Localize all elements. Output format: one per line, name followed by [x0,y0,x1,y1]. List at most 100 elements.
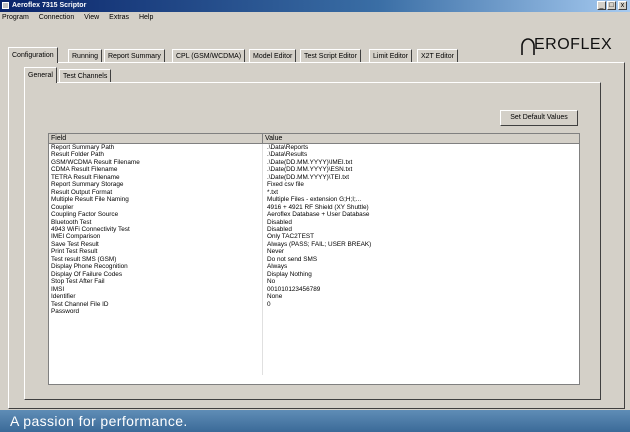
field-cell [49,337,263,346]
window-title: Aeroflex 7315 Scriptor [12,2,87,9]
table-row[interactable]: Coupler 4916 + 4921 RF Shield (XY Shuttle… [49,203,579,212]
tab-running[interactable]: Running [68,49,103,62]
table-row[interactable]: Report Summary Path .\Data\Reports [49,143,579,152]
table-row[interactable]: Print Test Result Never [49,248,579,256]
value-cell[interactable] [262,345,579,353]
field-cell: CDMA Result Filename [49,166,263,174]
table-row[interactable] [49,345,579,353]
field-cell: IMSI [49,285,263,294]
field-cell: Display Of Failure Codes [49,270,263,279]
value-cell[interactable]: Aeroflex Database + User Database [262,211,579,219]
value-cell[interactable] [262,360,579,368]
table-row[interactable] [49,360,579,368]
table-row[interactable] [49,352,579,361]
field-cell: Save Test Result [49,240,263,249]
table-row[interactable]: Display Of Failure Codes Display Nothing [49,270,579,279]
table-row[interactable]: Password [49,307,579,316]
value-cell[interactable] [262,337,579,346]
value-cell[interactable]: 0 [262,300,579,308]
tab-test-channels[interactable]: Test Channels [59,69,112,82]
table-row[interactable] [49,322,579,331]
value-cell[interactable]: *.txt [262,188,579,197]
field-cell [49,315,263,323]
value-cell[interactable] [262,315,579,323]
table-row[interactable] [49,367,579,375]
field-cell: GSM/WCDMA Result Filename [49,158,263,167]
table-row[interactable]: Test result SMS (GSM) Do not send SMS [49,255,579,264]
value-cell[interactable] [262,307,579,316]
tab-limit-editor[interactable]: Limit Editor [369,49,413,62]
table-row[interactable]: Stop Test After Fail No [49,278,579,286]
value-cell[interactable]: Always [262,263,579,271]
table-row[interactable]: GSM/WCDMA Result Filename .\Date(DD.MM.YY… [49,158,579,167]
table-row[interactable]: 4943 WiFi Connectivity Test Disabled [49,225,579,234]
tab-model-editor[interactable]: Model Editor [249,49,297,62]
menu-help[interactable]: Help [135,12,157,24]
column-header-value[interactable]: Value [262,134,579,144]
menu-bar: Program Connection View Extras Help [0,12,630,24]
value-cell[interactable] [262,367,579,375]
table-row[interactable]: Save Test Result Always (PASS; FAIL; USER… [49,240,579,249]
value-cell[interactable]: Display Nothing [262,270,579,279]
value-cell[interactable] [262,330,579,338]
tab-configuration[interactable]: Configuration [8,47,58,63]
value-cell[interactable]: .\Data\Results [262,151,579,159]
tab-report-summary[interactable]: Report Summary [104,49,165,62]
menu-connection[interactable]: Connection [35,12,78,24]
column-header-field[interactable]: Field [49,134,263,144]
logo-text: EROFLEX [534,36,613,53]
table-row[interactable]: Test Channel File ID 0 [49,300,579,308]
settings-grid[interactable]: Field Value Report Summary Path .\Data\Re… [48,133,580,385]
table-row[interactable]: TETRA Result Filename .\Date(DD.MM.YYYY)\… [49,173,579,182]
set-default-values-button[interactable]: Set Default Values [500,110,578,126]
field-cell: 4943 WiFi Connectivity Test [49,225,263,234]
value-cell[interactable]: 4916 + 4921 RF Shield (XY Shuttle) [262,203,579,212]
value-cell[interactable]: No [262,278,579,286]
field-cell: TETRA Result Filename [49,173,263,182]
value-cell[interactable]: None [262,293,579,301]
value-cell[interactable]: Always (PASS; FAIL; USER BREAK) [262,240,579,249]
tab-x2t-editor[interactable]: X2T Editor [417,49,458,62]
value-cell[interactable] [262,322,579,331]
settings-table: Field Value Report Summary Path .\Data\Re… [49,134,579,375]
table-row[interactable]: Multiple Result File Naming Multiple File… [49,196,579,204]
table-row[interactable]: IMSI 001010123456789 [49,285,579,294]
value-cell[interactable]: Do not send SMS [262,255,579,264]
value-cell[interactable]: Never [262,248,579,256]
table-row[interactable]: Bluetooth Test Disabled [49,218,579,226]
table-row[interactable] [49,337,579,346]
value-cell[interactable]: 001010123456789 [262,285,579,294]
tab-test-script-editor[interactable]: Test Script Editor [300,49,361,62]
value-cell[interactable]: Disabled [262,218,579,226]
table-row[interactable]: Identifier None [49,293,579,301]
value-cell[interactable]: .\Date(DD.MM.YYYY)\ESN.txt [262,166,579,174]
maximize-button[interactable]: □ [607,1,616,10]
minimize-button[interactable]: _ [597,1,606,10]
value-cell[interactable]: Only TAC2TEST [262,233,579,241]
table-row[interactable]: Coupling Factor Source Aeroflex Database … [49,211,579,219]
value-cell[interactable]: Disabled [262,225,579,234]
value-cell[interactable]: Multiple Files - extension G;H;I;... [262,196,579,204]
value-cell[interactable]: .\Data\Reports [262,143,579,152]
table-row[interactable] [49,315,579,323]
value-cell[interactable]: .\Date(DD.MM.YYYY)\IMEI.txt [262,158,579,167]
field-cell: IMEI Comparison [49,233,263,241]
menu-view[interactable]: View [80,12,103,24]
table-row[interactable]: Result Folder Path .\Data\Results [49,151,579,159]
table-row[interactable]: IMEI Comparison Only TAC2TEST [49,233,579,241]
field-cell: Print Test Result [49,248,263,256]
value-cell[interactable]: .\Date(DD.MM.YYYY)\TEI.txt [262,173,579,182]
value-cell[interactable]: Fixed csv file [262,181,579,189]
menu-program[interactable]: Program [0,12,33,24]
menu-extras[interactable]: Extras [105,12,133,24]
table-row[interactable]: CDMA Result Filename .\Date(DD.MM.YYYY)\E… [49,166,579,174]
tab-general[interactable]: General [24,67,57,83]
table-row[interactable]: Result Output Format *.txt [49,188,579,197]
table-row[interactable]: Report Summary Storage Fixed csv file [49,181,579,189]
table-row[interactable] [49,330,579,338]
close-button[interactable]: x [618,1,627,10]
tab-cpl[interactable]: CPL (GSM/WCDMA) [172,49,246,62]
field-cell: Report Summary Path [49,143,263,152]
table-row[interactable]: Display Phone Recognition Always [49,263,579,271]
value-cell[interactable] [262,352,579,361]
